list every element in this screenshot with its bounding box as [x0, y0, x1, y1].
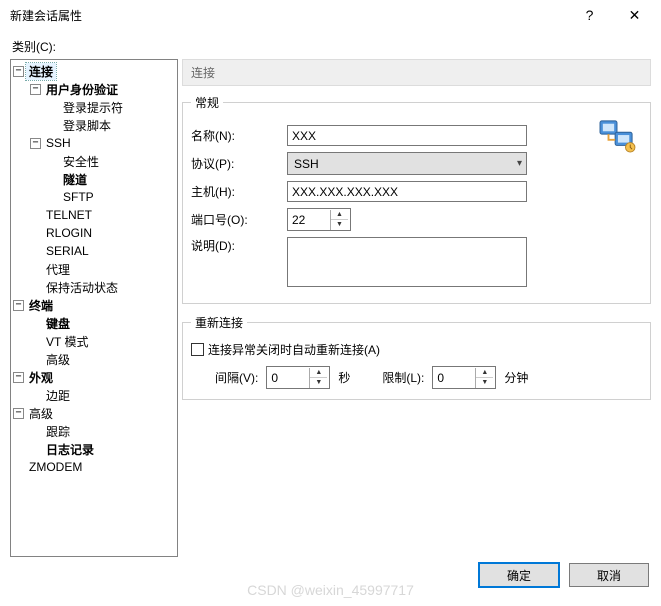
- interval-stepper[interactable]: ▲▼: [266, 366, 330, 389]
- general-legend: 常规: [191, 94, 223, 111]
- protocol-label: 协议(P):: [191, 155, 287, 172]
- chevron-down-icon: ▾: [517, 158, 522, 169]
- tree-sftp[interactable]: SFTP: [60, 190, 97, 204]
- spin-down-icon[interactable]: ▼: [310, 378, 327, 388]
- protocol-value: SSH: [294, 157, 319, 171]
- auto-reconnect-checkbox[interactable]: [191, 343, 204, 356]
- expand-icon[interactable]: −: [13, 408, 24, 419]
- interval-unit: 秒: [338, 369, 350, 386]
- tree-advanced[interactable]: 高级: [26, 405, 56, 422]
- reconnect-legend: 重新连接: [191, 314, 247, 331]
- tree-trace[interactable]: 跟踪: [43, 423, 73, 440]
- protocol-select[interactable]: SSH ▾: [287, 152, 527, 175]
- tree-ssh[interactable]: SSH: [43, 136, 74, 150]
- tree-vt[interactable]: VT 模式: [43, 333, 91, 350]
- dialog-title: 新建会话属性: [10, 7, 567, 24]
- host-input[interactable]: [287, 181, 527, 202]
- expand-icon[interactable]: −: [30, 138, 41, 149]
- interval-label: 间隔(V):: [215, 369, 258, 386]
- desc-input[interactable]: [287, 237, 527, 287]
- close-button[interactable]: ✕: [612, 1, 657, 29]
- desc-label: 说明(D):: [191, 237, 287, 254]
- cancel-button[interactable]: 取消: [569, 563, 649, 587]
- tree-proxy[interactable]: 代理: [43, 261, 73, 278]
- port-stepper[interactable]: ▲▼: [287, 208, 351, 231]
- tree-appearance[interactable]: 外观: [26, 369, 56, 386]
- category-tree[interactable]: −连接 −用户身份验证 登录提示符 登录脚本 −SSH 安全性 隧道: [10, 59, 178, 557]
- panel-heading: 连接: [182, 59, 651, 86]
- tree-terminal[interactable]: 终端: [26, 297, 56, 314]
- tree-security[interactable]: 安全性: [60, 153, 102, 170]
- tree-connection[interactable]: 连接: [26, 63, 56, 80]
- spin-up-icon[interactable]: ▲: [476, 368, 493, 378]
- network-icon: [598, 119, 636, 153]
- name-input[interactable]: [287, 125, 527, 146]
- tree-keepalive[interactable]: 保持活动状态: [43, 279, 121, 296]
- expand-icon[interactable]: −: [13, 300, 24, 311]
- host-label: 主机(H):: [191, 183, 287, 200]
- spin-down-icon[interactable]: ▼: [331, 220, 348, 230]
- limit-input[interactable]: [433, 367, 475, 388]
- ok-button[interactable]: 确定: [479, 563, 559, 587]
- tree-adv-term[interactable]: 高级: [43, 351, 73, 368]
- tree-telnet[interactable]: TELNET: [43, 208, 95, 222]
- tree-logging[interactable]: 日志记录: [43, 441, 97, 458]
- name-label: 名称(N):: [191, 127, 287, 144]
- spin-down-icon[interactable]: ▼: [476, 378, 493, 388]
- tree-user-auth[interactable]: 用户身份验证: [43, 81, 121, 98]
- expand-icon[interactable]: −: [13, 66, 24, 77]
- limit-stepper[interactable]: ▲▼: [432, 366, 496, 389]
- port-label: 端口号(O):: [191, 211, 287, 228]
- expand-icon[interactable]: −: [30, 84, 41, 95]
- tree-rlogin[interactable]: RLOGIN: [43, 226, 95, 240]
- category-label: 类别(C):: [12, 38, 651, 55]
- port-input[interactable]: [288, 209, 330, 230]
- tree-serial[interactable]: SERIAL: [43, 244, 92, 258]
- general-group: 常规 名称(N): 协议(P): SSH ▾: [182, 94, 651, 304]
- limit-label: 限制(L):: [382, 369, 424, 386]
- tree-tunnel[interactable]: 隧道: [60, 171, 90, 188]
- limit-unit: 分钟: [504, 369, 528, 386]
- tree-margin[interactable]: 边距: [43, 387, 73, 404]
- expand-icon[interactable]: −: [13, 372, 24, 383]
- tree-zmodem[interactable]: ZMODEM: [26, 460, 85, 474]
- interval-input[interactable]: [267, 367, 309, 388]
- tree-login-prompt[interactable]: 登录提示符: [60, 99, 126, 116]
- reconnect-group: 重新连接 连接异常关闭时自动重新连接(A) 间隔(V): ▲▼ 秒 限制(L):: [182, 314, 651, 400]
- tree-login-script[interactable]: 登录脚本: [60, 117, 114, 134]
- tree-keyboard[interactable]: 键盘: [43, 315, 73, 332]
- spin-up-icon[interactable]: ▲: [310, 368, 327, 378]
- auto-reconnect-label: 连接异常关闭时自动重新连接(A): [208, 341, 380, 358]
- spin-up-icon[interactable]: ▲: [331, 210, 348, 220]
- help-button[interactable]: ?: [567, 1, 612, 29]
